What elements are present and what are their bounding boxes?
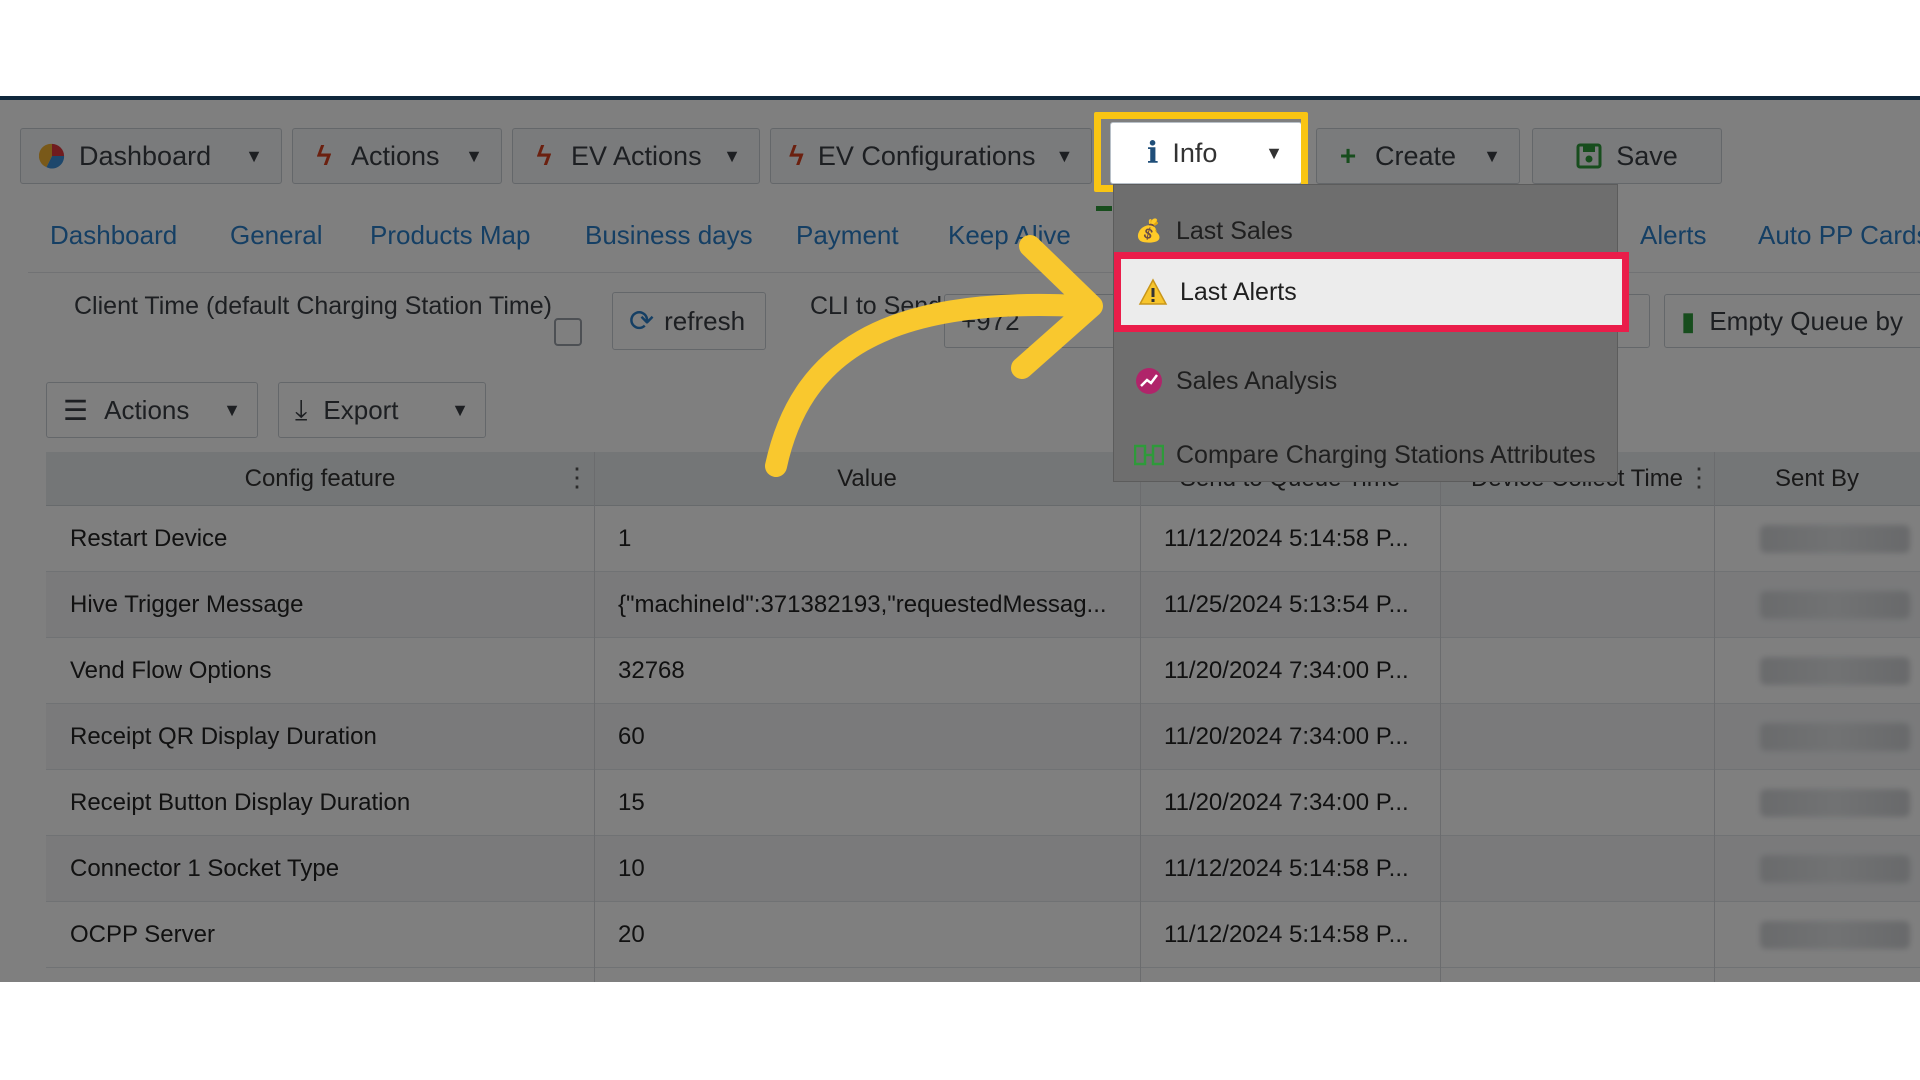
screenshot-stage: Dashboard ▼ ϟ Actions ▼ ϟ EV Actions ▼ ϟ…: [0, 96, 1920, 982]
curved-arrow-icon: [765, 235, 1103, 477]
